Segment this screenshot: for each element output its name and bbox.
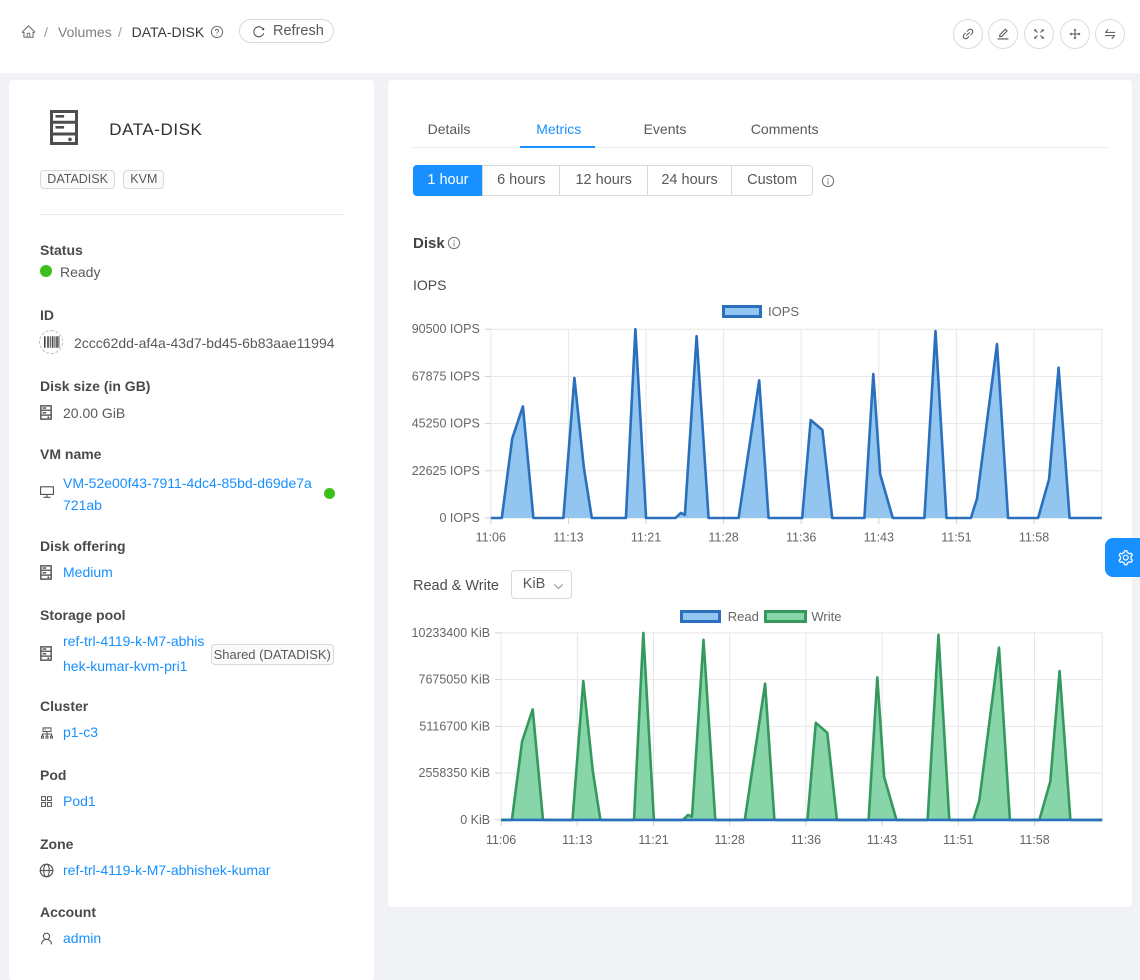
svg-text:90500 IOPS: 90500 IOPS xyxy=(411,322,479,336)
svg-text:5116700 KiB: 5116700 KiB xyxy=(419,719,490,733)
svg-text:2558350 KiB: 2558350 KiB xyxy=(418,766,490,780)
svg-text:7675050 KiB: 7675050 KiB xyxy=(418,672,490,686)
svg-text:11:43: 11:43 xyxy=(867,833,897,847)
svg-text:0 IOPS: 0 IOPS xyxy=(439,511,479,525)
svg-text:11:06: 11:06 xyxy=(486,833,516,847)
svg-text:11:28: 11:28 xyxy=(714,833,744,847)
svg-text:10233400 KiB: 10233400 KiB xyxy=(411,625,490,639)
svg-text:22625 IOPS: 22625 IOPS xyxy=(411,463,479,477)
svg-text:67875 IOPS: 67875 IOPS xyxy=(411,369,479,383)
svg-text:11:21: 11:21 xyxy=(638,833,668,847)
svg-text:11:58: 11:58 xyxy=(1019,833,1049,847)
svg-text:45250 IOPS: 45250 IOPS xyxy=(411,416,479,430)
svg-text:11:36: 11:36 xyxy=(791,833,821,847)
svg-text:11:51: 11:51 xyxy=(943,833,973,847)
svg-text:11:13: 11:13 xyxy=(562,833,592,847)
svg-text:0 KiB: 0 KiB xyxy=(460,812,490,826)
